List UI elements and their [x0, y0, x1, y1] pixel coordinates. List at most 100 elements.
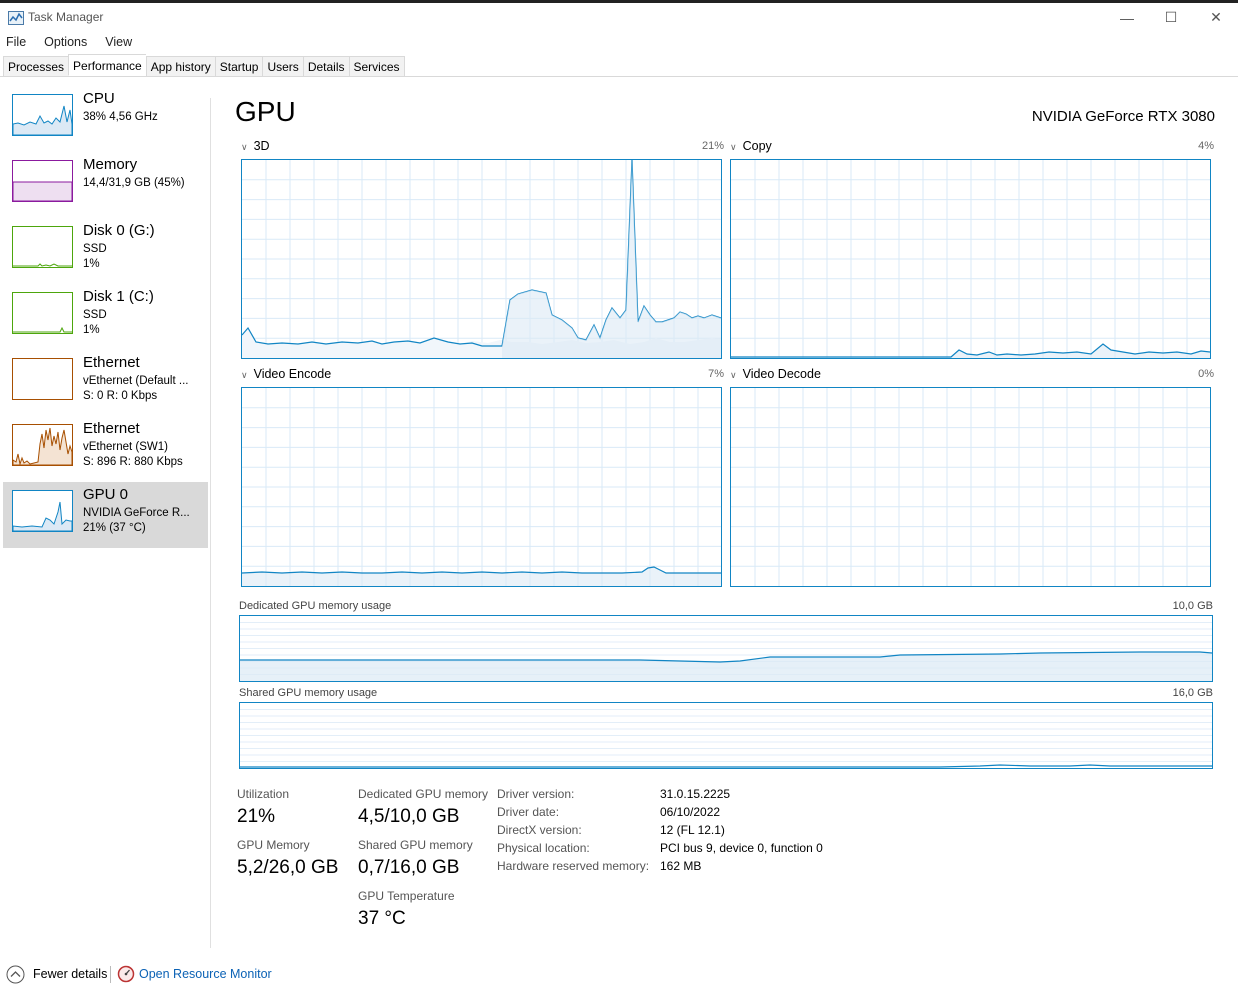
- disk0-thumbnail-graph: [12, 226, 73, 268]
- menu-options[interactable]: Options: [38, 32, 93, 52]
- ethernet-sw1-thumbnail-graph: [12, 424, 73, 466]
- gpu-memory-label: GPU Memory: [237, 838, 310, 852]
- sidebar-divider: [210, 98, 211, 948]
- engine-video-decode-label: Video Decode: [742, 367, 821, 381]
- driver-date-label: Driver date:: [497, 805, 560, 819]
- sidebar-cpu-title: CPU: [83, 90, 115, 107]
- menu-file[interactable]: File: [0, 32, 32, 52]
- open-resource-monitor-link[interactable]: Open Resource Monitor: [139, 967, 272, 981]
- sidebar-item-memory[interactable]: Memory 14,4/31,9 GB (45%): [3, 152, 208, 218]
- sidebar-disk0-title: Disk 0 (G:): [83, 222, 155, 239]
- directx-version-label: DirectX version:: [497, 823, 582, 837]
- engine-3d-percent: 21%: [701, 140, 724, 152]
- sidebar-item-disk1[interactable]: Disk 1 (C:) SSD 1%: [3, 284, 208, 350]
- sidebar-item-gpu0[interactable]: GPU 0 NVIDIA GeForce R... 21% (37 °C): [3, 482, 208, 548]
- engine-video-encode-selector[interactable]: ∨ Video Encode: [241, 367, 331, 381]
- sidebar-memory-line1: 14,4/31,9 GB (45%): [83, 177, 185, 189]
- task-manager-icon: [8, 11, 24, 25]
- shared-memory-chart-label: Shared GPU memory usage: [239, 687, 378, 699]
- engine-3d-selector[interactable]: ∨ 3D: [241, 139, 270, 153]
- shared-memory-graph-svg: [240, 709, 1212, 768]
- tab-startup[interactable]: Startup: [214, 56, 263, 77]
- engine-video-encode-graph: [241, 387, 722, 587]
- chevron-down-icon: ∨: [730, 142, 737, 152]
- sidebar-item-ethernet-sw1[interactable]: Ethernet vEthernet (SW1) S: 896 R: 880 K…: [3, 416, 208, 482]
- sidebar-ethernet-sw1-line2: S: 896 R: 880 Kbps: [83, 456, 183, 468]
- tab-details[interactable]: Details: [302, 56, 349, 77]
- shared-memory-value: 0,7/16,0 GB: [358, 857, 460, 878]
- tab-app-history[interactable]: App history: [145, 56, 215, 77]
- engine-video-decode-graph: [730, 387, 1211, 587]
- sidebar-item-disk0[interactable]: Disk 0 (G:) SSD 1%: [3, 218, 208, 284]
- resource-monitor-icon: [117, 965, 135, 983]
- footer-separator: [110, 966, 111, 983]
- sidebar-ethernet-default-line1: vEthernet (Default ...: [83, 375, 189, 387]
- sidebar-disk1-title: Disk 1 (C:): [83, 288, 154, 305]
- utilization-value: 21%: [237, 806, 276, 827]
- sidebar-item-cpu[interactable]: CPU 38% 4,56 GHz: [3, 86, 208, 152]
- close-button[interactable]: ✕: [1193, 3, 1238, 32]
- window-title: Task Manager: [28, 10, 104, 24]
- sidebar-disk1-line2: 1%: [83, 324, 100, 336]
- shared-memory-label: Shared GPU memory: [358, 838, 473, 852]
- tab-processes[interactable]: Processes: [3, 56, 69, 77]
- dedicated-memory-label: Dedicated GPU memory: [358, 787, 489, 801]
- driver-version-label: Driver version:: [497, 787, 575, 801]
- driver-date-value: 06/10/2022: [660, 805, 721, 819]
- sidebar-disk0-line2: 1%: [83, 258, 100, 270]
- tab-performance[interactable]: Performance: [68, 54, 146, 76]
- sidebar-ethernet-sw1-line1: vEthernet (SW1): [83, 441, 168, 453]
- utilization-label: Utilization: [237, 787, 290, 801]
- sidebar-ethernet-default-line2: S: 0 R: 0 Kbps: [83, 390, 158, 402]
- dedicated-memory-value: 4,5/10,0 GB: [358, 806, 460, 827]
- dedicated-memory-graph-svg: [240, 622, 1212, 681]
- ethernet-default-thumbnail-graph: [12, 358, 73, 400]
- chevron-down-icon: ∨: [730, 370, 737, 380]
- chevron-down-icon: ∨: [241, 370, 248, 380]
- engine-3d-label: 3D: [253, 139, 270, 153]
- minimize-button[interactable]: —: [1104, 3, 1150, 32]
- engine-video-decode-graph-svg: [731, 388, 1210, 586]
- title-bar: Task Manager — ☐ ✕: [0, 3, 1238, 32]
- sidebar-gpu0-title: GPU 0: [83, 486, 129, 503]
- driver-version-value: 31.0.15.2225: [660, 787, 731, 801]
- engine-3d-graph: [241, 159, 722, 359]
- physical-location-value: PCI bus 9, device 0, function 0: [660, 841, 823, 855]
- sidebar-disk0-line1: SSD: [83, 243, 107, 255]
- chevron-up-circle-icon[interactable]: [6, 965, 25, 984]
- gpu-temperature-label: GPU Temperature: [358, 889, 455, 903]
- tab-services[interactable]: Services: [348, 56, 405, 77]
- engine-video-encode-label: Video Encode: [253, 367, 332, 381]
- sidebar-cpu-line1: 38% 4,56 GHz: [83, 111, 158, 123]
- fewer-details-button[interactable]: Fewer details: [33, 967, 107, 981]
- tab-users[interactable]: Users: [262, 56, 303, 77]
- sidebar-gpu0-line1: NVIDIA GeForce R...: [83, 507, 190, 519]
- page-title: GPU: [235, 96, 296, 127]
- dedicated-memory-chart-label: Dedicated GPU memory usage: [239, 600, 392, 612]
- engine-video-decode-percent: 0%: [1198, 368, 1214, 380]
- disk1-thumbnail-graph: [12, 292, 73, 334]
- dedicated-memory-max: 10,0 GB: [1172, 600, 1213, 612]
- gpu-memory-value: 5,2/26,0 GB: [237, 857, 339, 878]
- gpu-temperature-value: 37 °C: [358, 908, 406, 929]
- physical-location-label: Physical location:: [497, 841, 590, 855]
- engine-video-decode-selector[interactable]: ∨ Video Decode: [730, 367, 821, 381]
- engine-video-encode-graph-svg: [242, 388, 721, 586]
- sidebar-item-ethernet-default[interactable]: Ethernet vEthernet (Default ... S: 0 R: …: [3, 350, 208, 416]
- chevron-down-icon: ∨: [241, 142, 248, 152]
- maximize-button[interactable]: ☐: [1148, 3, 1194, 32]
- sidebar-memory-title: Memory: [83, 156, 138, 173]
- shared-memory-max: 16,0 GB: [1172, 687, 1213, 699]
- tab-strip: Processes Performance App history Startu…: [3, 54, 405, 77]
- directx-version-value: 12 (FL 12.1): [660, 823, 725, 837]
- sidebar-ethernet-default-title: Ethernet: [83, 354, 140, 371]
- engine-copy-selector[interactable]: ∨ Copy: [730, 139, 772, 153]
- engine-copy-percent: 4%: [1198, 140, 1214, 152]
- sidebar-disk1-line1: SSD: [83, 309, 107, 321]
- memory-thumbnail-graph: [12, 160, 73, 202]
- engine-video-encode-percent: 7%: [708, 368, 724, 380]
- engine-copy-graph: [730, 159, 1211, 359]
- menu-view[interactable]: View: [99, 32, 138, 52]
- hardware-reserved-memory-label: Hardware reserved memory:: [497, 859, 650, 873]
- engine-3d-graph-svg: [242, 160, 721, 358]
